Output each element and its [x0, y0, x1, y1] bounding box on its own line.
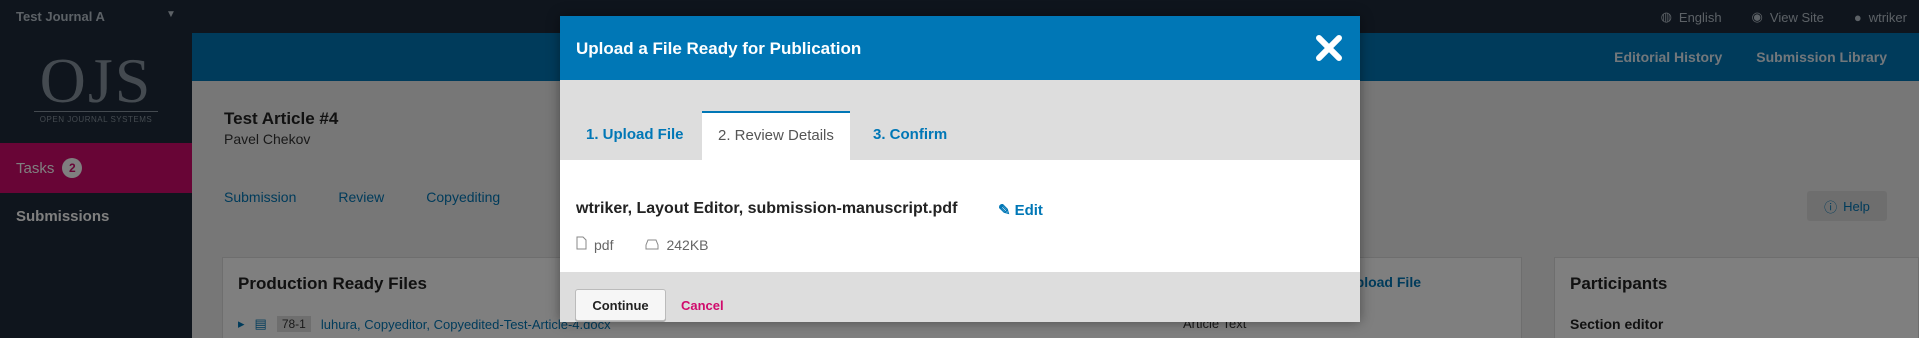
- upload-file-modal: Upload a File Ready for Publication 1. U…: [560, 16, 1360, 322]
- review-details-body: wtriker, Layout Editor, submission-manus…: [560, 160, 1360, 272]
- pencil-icon: ✎: [998, 202, 1011, 219]
- edit-label: Edit: [1014, 201, 1043, 219]
- tab-upload-file[interactable]: 1. Upload File: [570, 112, 700, 160]
- file-pdf-icon: [576, 236, 587, 253]
- hard-drive-icon: [645, 237, 659, 253]
- tab-review-details[interactable]: 2. Review Details: [702, 111, 850, 160]
- modal-header: Upload a File Ready for Publication: [560, 16, 1360, 80]
- wizard-tabs: 1. Upload File 2. Review Details 3. Conf…: [560, 80, 1360, 160]
- file-extension: pdf: [594, 236, 614, 253]
- file-meta: pdf 242KB: [576, 236, 709, 253]
- continue-button[interactable]: Continue: [575, 289, 666, 321]
- tab-confirm[interactable]: 3. Confirm: [857, 112, 963, 160]
- edit-button[interactable]: ✎ Edit: [998, 201, 1043, 220]
- modal-footer: Continue Cancel: [560, 272, 1360, 322]
- file-size: 242KB: [666, 236, 709, 253]
- uploaded-file-name: wtriker, Layout Editor, submission-manus…: [576, 200, 958, 217]
- cancel-link[interactable]: Cancel: [681, 298, 724, 313]
- close-icon[interactable]: [1314, 33, 1344, 63]
- modal-title: Upload a File Ready for Publication: [576, 39, 862, 58]
